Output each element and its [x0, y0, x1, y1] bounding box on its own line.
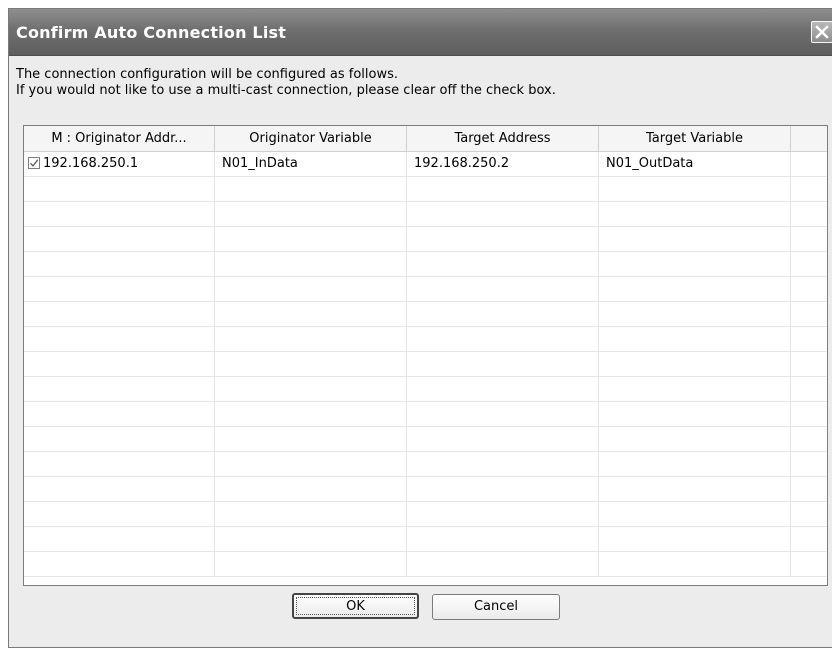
cancel-button[interactable]: Cancel: [432, 594, 560, 620]
table-header: M : Originator Addr... Originator Variab…: [24, 126, 827, 152]
empty-table-row: [24, 377, 827, 402]
confirm-auto-connection-dialog: Confirm Auto Connection List The connect…: [8, 8, 832, 648]
target-variable-cell: N01_OutData: [599, 152, 791, 177]
title-bar: Confirm Auto Connection List: [9, 9, 832, 56]
column-header-target-variable[interactable]: Target Variable: [599, 126, 791, 151]
connection-list-table[interactable]: M : Originator Addr... Originator Variab…: [23, 125, 828, 586]
column-header-originator-address[interactable]: M : Originator Addr...: [24, 126, 215, 151]
instruction-line-1: The connection configuration will be con…: [16, 67, 398, 82]
dialog-title: Confirm Auto Connection List: [16, 23, 287, 42]
target-address-cell: 192.168.250.2: [407, 152, 599, 177]
empty-table-row: [24, 527, 827, 552]
empty-table-row: [24, 252, 827, 277]
empty-table-row: [24, 277, 827, 302]
originator-address-value: 192.168.250.1: [43, 156, 139, 171]
empty-table-row: [24, 302, 827, 327]
empty-table-row: [24, 477, 827, 502]
cancel-button-label: Cancel: [473, 599, 519, 614]
empty-table-row: [24, 202, 827, 227]
close-icon: [815, 25, 829, 39]
ok-button[interactable]: OK: [292, 593, 419, 619]
column-header-target-address[interactable]: Target Address: [407, 126, 599, 151]
empty-table-row: [24, 177, 827, 202]
empty-table-row: [24, 502, 827, 527]
table-row[interactable]: 192.168.250.1 N01_InData 192.168.250.2 N…: [24, 152, 827, 177]
instructions: The connection configuration will be con…: [16, 67, 816, 99]
empty-table-row: [24, 352, 827, 377]
ok-button-label: OK: [346, 599, 365, 614]
originator-variable-cell: N01_InData: [215, 152, 407, 177]
empty-table-row: [24, 452, 827, 477]
empty-table-row: [24, 227, 827, 252]
empty-table-row: [24, 552, 827, 577]
empty-table-row: [24, 402, 827, 427]
close-button[interactable]: [811, 21, 832, 43]
originator-address-cell[interactable]: 192.168.250.1: [24, 152, 215, 177]
checkmark-icon: [29, 159, 39, 167]
empty-table-row: [24, 427, 827, 452]
empty-table-row: [24, 327, 827, 352]
column-header-originator-variable[interactable]: Originator Variable: [215, 126, 407, 151]
multicast-checkbox[interactable]: [28, 157, 40, 169]
instruction-line-2: If you would not like to use a multi-cas…: [16, 83, 556, 98]
